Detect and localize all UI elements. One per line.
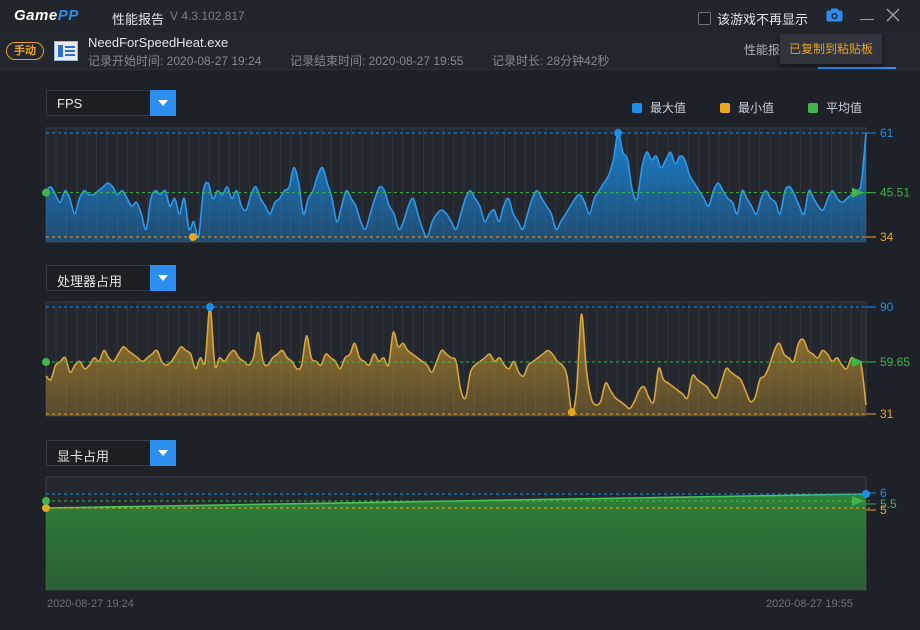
fps-min-label: 34 [880,230,894,244]
gpu-min-label: 5 [880,503,887,517]
cpu-max-label: 90 [880,300,894,314]
performance-charts: 61 45.51 34 90 59.65 31 65.55 [42,126,910,591]
time-axis-end: 2020-08-27 19:55 [766,598,853,610]
fps-max-marker [614,129,623,137]
gpu-min-marker [42,504,50,512]
time-axis-start: 2020-08-27 19:24 [47,598,134,610]
cpu-min-marker [567,408,576,417]
fps-avg-label: 45.51 [880,186,910,200]
cpu-avg-marker [42,358,50,367]
cpu-chart: 90 59.65 31 [42,300,910,421]
gpu-max-marker [862,490,870,498]
cpu-min-label: 31 [880,407,894,421]
fps-min-marker [189,233,197,241]
cpu-avg-label: 59.65 [880,355,910,369]
fps-avg-marker [42,188,50,197]
gpu-chart: 65.55 [42,476,897,591]
fps-chart: 61 45.51 34 [42,126,910,244]
cpu-max-marker [206,303,214,311]
gpu-avg-marker [42,497,50,505]
fps-max-label: 61 [880,126,894,140]
